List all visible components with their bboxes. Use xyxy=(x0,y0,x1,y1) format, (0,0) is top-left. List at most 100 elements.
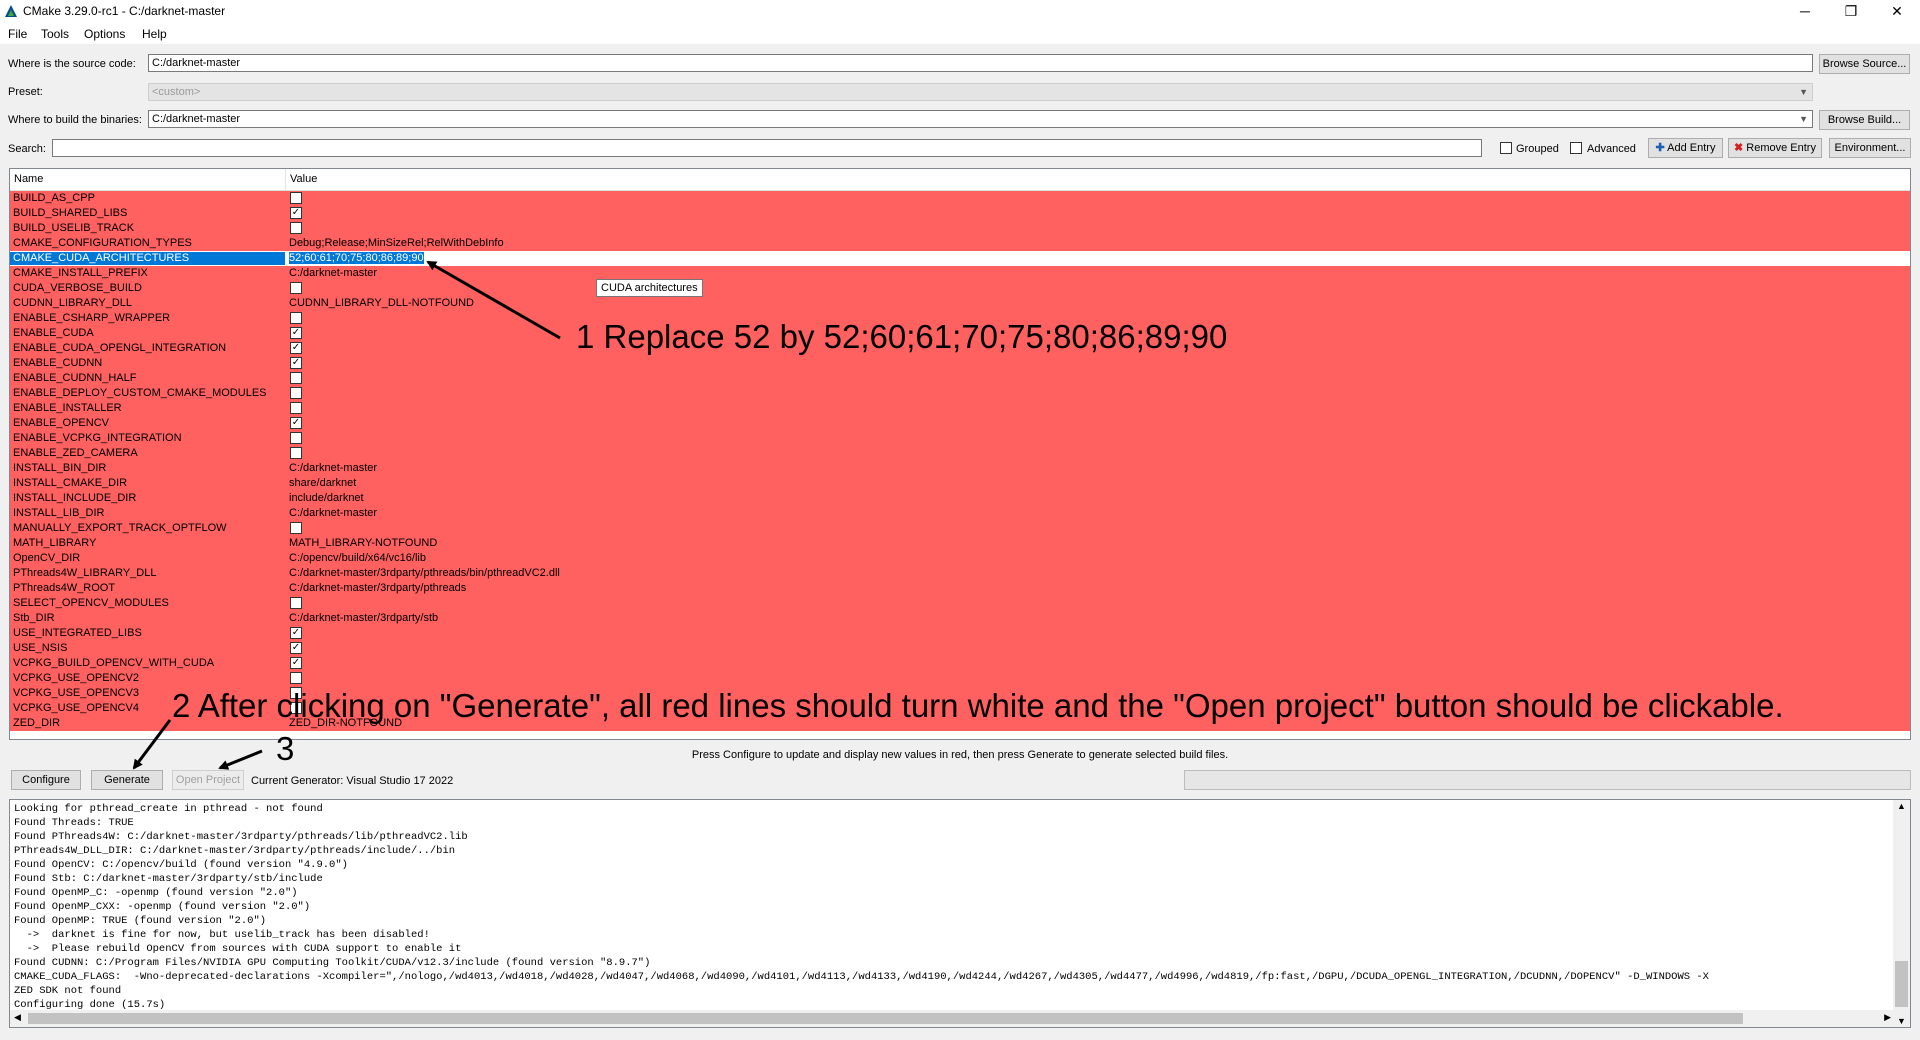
browse-build-button[interactable]: Browse Build... xyxy=(1819,110,1910,130)
checked-checkbox[interactable]: ✓ xyxy=(290,417,302,429)
table-row[interactable]: BUILD_SHARED_LIBS ✓ xyxy=(10,206,1910,221)
row-name: VCPKG_USE_OPENCV2 xyxy=(13,672,139,684)
unchecked-checkbox[interactable] xyxy=(290,222,302,234)
table-row[interactable]: CUDA_VERBOSE_BUILD xyxy=(10,281,1910,296)
table-row[interactable]: ENABLE_OPENCV ✓ xyxy=(10,416,1910,431)
checked-checkbox[interactable]: ✓ xyxy=(290,342,302,354)
scroll-left-icon[interactable]: ◀ xyxy=(14,1012,21,1023)
horizontal-scroll-thumb[interactable] xyxy=(28,1013,1743,1024)
table-row[interactable]: ENABLE_VCPKG_INTEGRATION xyxy=(10,431,1910,446)
row-name: CUDNN_LIBRARY_DLL xyxy=(13,297,133,309)
table-row[interactable]: ENABLE_CUDNN_HALF xyxy=(10,371,1910,386)
unchecked-checkbox[interactable] xyxy=(290,597,302,609)
unchecked-checkbox[interactable] xyxy=(290,387,302,399)
environment-button[interactable]: Environment... xyxy=(1829,138,1911,158)
menu-help[interactable]: Help xyxy=(142,27,167,41)
checked-checkbox[interactable]: ✓ xyxy=(290,642,302,654)
row-name: ZED_DIR xyxy=(13,717,61,729)
row-value: C:/darknet-master/3rdparty/pthreads/bin/… xyxy=(289,567,560,579)
table-row[interactable]: USE_NSIS ✓ xyxy=(10,641,1910,656)
maximize-button[interactable]: ❐ xyxy=(1828,0,1874,24)
unchecked-checkbox[interactable] xyxy=(290,432,302,444)
current-generator: Current Generator: Visual Studio 17 2022 xyxy=(251,775,454,787)
unchecked-checkbox[interactable] xyxy=(290,402,302,414)
table-row[interactable]: ENABLE_ZED_CAMERA xyxy=(10,446,1910,461)
row-name: BUILD_AS_CPP xyxy=(13,192,95,204)
browse-source-button[interactable]: Browse Source... xyxy=(1819,54,1910,74)
minimize-button[interactable]: ─ xyxy=(1782,0,1828,24)
row-value: C:/darknet-master xyxy=(289,267,378,279)
header-separator xyxy=(285,169,286,190)
table-row[interactable]: INSTALL_LIB_DIR C:/darknet-master xyxy=(10,506,1910,521)
unchecked-checkbox[interactable] xyxy=(290,372,302,384)
row-value[interactable]: 52;60;61;70;75;80;86;89;90 xyxy=(288,251,425,265)
source-path-input[interactable]: C:/darknet-master xyxy=(148,54,1813,72)
table-row[interactable]: CUDNN_LIBRARY_DLL CUDNN_LIBRARY_DLL-NOTFO… xyxy=(10,296,1910,311)
unchecked-checkbox[interactable] xyxy=(290,282,302,294)
table-row[interactable]: CMAKE_CONFIGURATION_TYPES Debug;Release;M… xyxy=(10,236,1910,251)
close-button[interactable]: ✕ xyxy=(1874,0,1920,24)
table-row[interactable]: VCPKG_BUILD_OPENCV_WITH_CUDA ✓ xyxy=(10,656,1910,671)
grouped-checkbox[interactable] xyxy=(1500,142,1512,154)
menu-tools[interactable]: Tools xyxy=(41,27,69,41)
advanced-checkbox[interactable] xyxy=(1570,142,1582,154)
horizontal-scrollbar[interactable]: ◀ ▶ xyxy=(10,1010,1895,1027)
table-row[interactable]: INSTALL_BIN_DIR C:/darknet-master xyxy=(10,461,1910,476)
scroll-up-icon[interactable]: ▲ xyxy=(1897,801,1906,811)
row-name: ENABLE_CUDNN_HALF xyxy=(13,372,137,384)
generate-button[interactable]: Generate xyxy=(91,770,163,790)
table-row[interactable]: INSTALL_CMAKE_DIR share/darknet xyxy=(10,476,1910,491)
table-row[interactable]: BUILD_AS_CPP xyxy=(10,191,1910,206)
menu-options[interactable]: Options xyxy=(84,27,125,41)
menu-file[interactable]: File xyxy=(8,27,27,41)
row-value: C:/darknet-master/3rdparty/stb xyxy=(289,612,439,624)
vertical-scroll-thumb[interactable] xyxy=(1895,961,1908,1007)
table-row[interactable]: BUILD_USELIB_TRACK xyxy=(10,221,1910,236)
table-row[interactable]: MATH_LIBRARY MATH_LIBRARY-NOTFOUND xyxy=(10,536,1910,551)
row-value: share/darknet xyxy=(289,477,357,489)
checked-checkbox[interactable]: ✓ xyxy=(290,657,302,669)
scroll-down-icon[interactable]: ▼ xyxy=(1897,1016,1906,1026)
table-row[interactable]: VCPKG_USE_OPENCV2 xyxy=(10,671,1910,686)
scroll-right-icon[interactable]: ▶ xyxy=(1884,1012,1891,1023)
table-row[interactable]: OpenCV_DIR C:/opencv/build/x64/vc16/lib xyxy=(10,551,1910,566)
search-input[interactable] xyxy=(52,139,1482,157)
open-project-button[interactable]: Open Project xyxy=(172,770,244,790)
table-row[interactable]: ENABLE_CUDNN ✓ xyxy=(10,356,1910,371)
row-name: USE_NSIS xyxy=(13,642,68,654)
table-row[interactable]: SELECT_OPENCV_MODULES xyxy=(10,596,1910,611)
table-row[interactable]: Stb_DIR C:/darknet-master/3rdparty/stb xyxy=(10,611,1910,626)
checked-checkbox[interactable]: ✓ xyxy=(290,357,302,369)
name-column-header[interactable]: Name xyxy=(14,173,43,185)
table-row[interactable]: CMAKE_INSTALL_PREFIX C:/darknet-master xyxy=(10,266,1910,281)
add-entry-button[interactable]: ✚ Add Entry xyxy=(1648,138,1723,158)
unchecked-checkbox[interactable] xyxy=(290,522,302,534)
value-column-header[interactable]: Value xyxy=(290,173,317,185)
remove-entry-button[interactable]: ✖ Remove Entry xyxy=(1728,138,1822,158)
configure-button[interactable]: Configure xyxy=(11,770,81,790)
table-row[interactable]: CMAKE_CUDA_ARCHITECTURES 52;60;61;70;75;8… xyxy=(10,251,1910,266)
annotation-step-1: 1 Replace 52 by 52;60;61;70;75;80;86;89;… xyxy=(576,318,1228,355)
table-row[interactable]: INSTALL_INCLUDE_DIR include/darknet xyxy=(10,491,1910,506)
checked-checkbox[interactable]: ✓ xyxy=(290,327,302,339)
unchecked-checkbox[interactable] xyxy=(290,672,302,684)
output-log[interactable]: Looking for pthread_create in pthread - … xyxy=(9,799,1911,1028)
table-row[interactable]: PThreads4W_LIBRARY_DLL C:/darknet-master/… xyxy=(10,566,1910,581)
row-name: ENABLE_ZED_CAMERA xyxy=(13,447,138,459)
unchecked-checkbox[interactable] xyxy=(290,447,302,459)
table-row[interactable]: ENABLE_INSTALLER xyxy=(10,401,1910,416)
table-row[interactable]: ENABLE_DEPLOY_CUSTOM_CMAKE_MODULES xyxy=(10,386,1910,401)
checked-checkbox[interactable]: ✓ xyxy=(290,627,302,639)
row-name: CMAKE_CUDA_ARCHITECTURES xyxy=(10,252,285,265)
preset-combo[interactable]: <custom> ▼ xyxy=(148,83,1813,101)
row-name: CMAKE_CONFIGURATION_TYPES xyxy=(13,237,192,249)
table-row[interactable]: MANUALLY_EXPORT_TRACK_OPTFLOW xyxy=(10,521,1910,536)
checked-checkbox[interactable]: ✓ xyxy=(290,207,302,219)
table-row[interactable]: USE_INTEGRATED_LIBS ✓ xyxy=(10,626,1910,641)
vertical-scrollbar[interactable]: ▲ ▼ xyxy=(1893,800,1910,1027)
table-row[interactable]: PThreads4W_ROOT C:/darknet-master/3rdpart… xyxy=(10,581,1910,596)
unchecked-checkbox[interactable] xyxy=(290,312,302,324)
unchecked-checkbox[interactable] xyxy=(290,192,302,204)
progress-bar xyxy=(1184,770,1911,790)
build-path-combo[interactable]: C:/darknet-master ▼ xyxy=(148,110,1813,128)
